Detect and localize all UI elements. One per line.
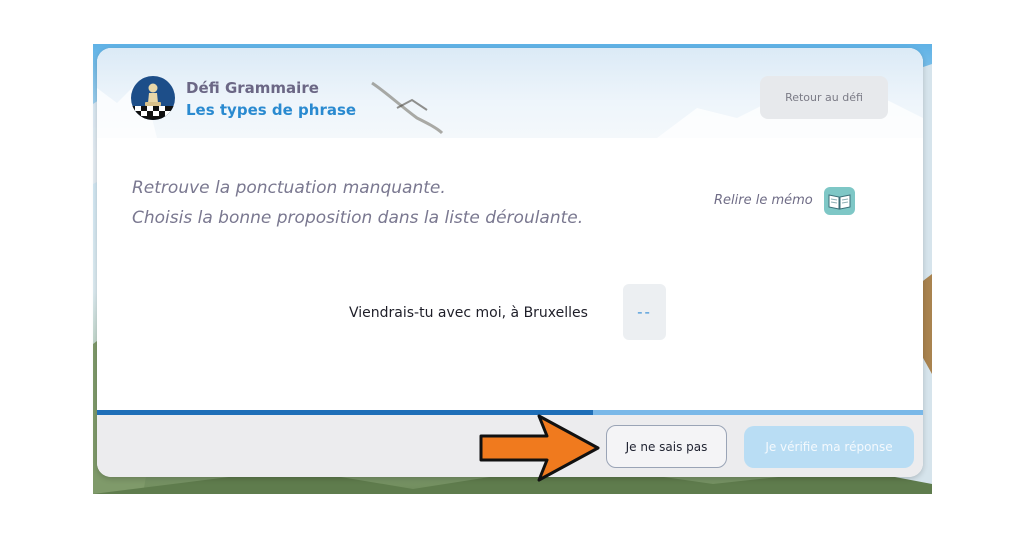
open-book-icon[interactable] <box>824 187 855 215</box>
punctuation-dropdown[interactable]: -- <box>623 284 666 340</box>
dont-know-button[interactable]: Je ne sais pas <box>606 425 727 468</box>
challenge-title: Défi Grammaire <box>186 79 319 97</box>
memo-link[interactable]: Relire le mémo <box>714 193 813 208</box>
verify-answer-button[interactable]: Je vérifie ma réponse <box>744 426 914 468</box>
challenge-subtitle: Les types de phrase <box>186 101 357 119</box>
back-to-challenge-button[interactable]: Retour au défi <box>760 76 888 119</box>
orange-arrow-icon <box>479 414 600 482</box>
instruction-line-2: Choisis la bonne proposition dans la lis… <box>132 208 584 228</box>
instruction-line-1: Retrouve la ponctuation manquante. <box>132 178 446 198</box>
card-header: Défi Grammaire Les types de phrase Retou… <box>97 48 923 138</box>
chess-pawn-icon <box>131 76 175 120</box>
exercise-sentence: Viendrais-tu avec moi, à Bruxelles <box>349 305 588 321</box>
